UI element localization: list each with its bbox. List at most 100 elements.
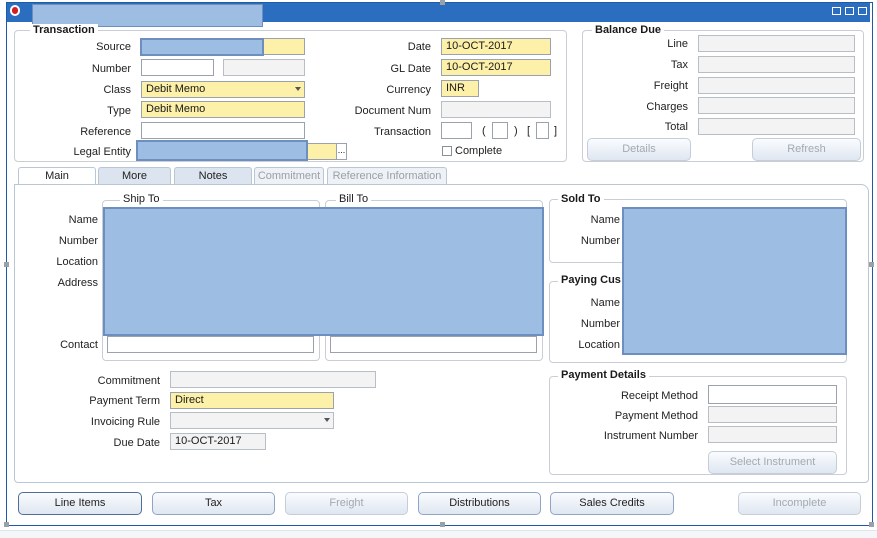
paren-close: ) bbox=[514, 125, 518, 137]
freight-field bbox=[698, 77, 855, 94]
paying-name-label: Name bbox=[590, 297, 620, 309]
maximize-icon[interactable] bbox=[845, 7, 854, 15]
type-value: Debit Memo bbox=[146, 103, 206, 115]
legal-entity-label: Legal Entity bbox=[73, 146, 131, 158]
paying-customer-title: Paying Cus bbox=[558, 274, 624, 286]
address-details-redacted bbox=[103, 207, 544, 336]
details-button[interactable]: Details bbox=[587, 138, 691, 161]
balance-due-title: Balance Due bbox=[592, 24, 665, 36]
document-num-field bbox=[441, 101, 551, 118]
class-select[interactable]: Debit Memo bbox=[141, 81, 305, 98]
bill-to-contact-field[interactable] bbox=[330, 336, 537, 353]
select-instrument-button[interactable]: Select Instrument bbox=[708, 451, 837, 474]
ship-to-contact-field[interactable] bbox=[107, 336, 314, 353]
resize-handle[interactable] bbox=[869, 262, 874, 267]
instrument-number-field bbox=[708, 426, 837, 443]
minimize-icon[interactable] bbox=[832, 7, 841, 15]
paren-open: ( bbox=[482, 125, 486, 137]
oracle-icon bbox=[10, 5, 20, 16]
number-secondary-field bbox=[223, 59, 305, 76]
resize-handle[interactable] bbox=[869, 522, 874, 527]
ship-to-title: Ship To bbox=[120, 193, 163, 205]
ship-to-number-label: Number bbox=[58, 235, 98, 247]
legal-entity-lov-button[interactable]: ... bbox=[336, 143, 347, 160]
total-label: Total bbox=[664, 121, 688, 133]
freight-button[interactable]: Freight bbox=[285, 492, 408, 515]
ship-to-location-label: Location bbox=[56, 256, 98, 268]
chevron-down-icon bbox=[324, 418, 330, 422]
tab-notes[interactable]: Notes bbox=[174, 167, 252, 185]
receipt-method-field[interactable] bbox=[708, 385, 837, 404]
tab-reference-information[interactable]: Reference Information bbox=[327, 167, 447, 185]
tax-field bbox=[698, 56, 855, 73]
paying-number-label: Number bbox=[580, 318, 620, 330]
bracket-close: ] bbox=[554, 125, 558, 137]
line-label: Line bbox=[667, 38, 688, 50]
close-icon[interactable] bbox=[858, 7, 867, 15]
transaction-bracket-field[interactable] bbox=[536, 122, 549, 139]
transaction-label: Transaction bbox=[373, 126, 431, 138]
currency-label: Currency bbox=[386, 84, 431, 96]
number-label: Number bbox=[91, 63, 131, 75]
ship-to-contact-label: Contact bbox=[60, 339, 98, 351]
reference-field[interactable] bbox=[141, 122, 305, 139]
sold-to-title: Sold To bbox=[558, 193, 604, 205]
date-field[interactable]: 10-OCT-2017 bbox=[441, 38, 551, 55]
resize-handle[interactable] bbox=[440, 522, 445, 527]
number-field[interactable] bbox=[141, 59, 214, 76]
refresh-button[interactable]: Refresh bbox=[752, 138, 861, 161]
gl-date-field[interactable]: 10-OCT-2017 bbox=[441, 59, 551, 76]
commitment-field bbox=[170, 371, 376, 388]
payment-method-label: Payment Method bbox=[614, 410, 698, 422]
ship-to-name-label: Name bbox=[68, 214, 98, 226]
sales-credits-button[interactable]: Sales Credits bbox=[550, 492, 674, 515]
legal-entity-value-redacted bbox=[136, 140, 308, 161]
distributions-button[interactable]: Distributions bbox=[418, 492, 541, 515]
date-label: Date bbox=[407, 41, 431, 53]
gl-date-value: 10-OCT-2017 bbox=[446, 61, 513, 73]
transaction-group-title: Transaction bbox=[30, 24, 98, 36]
complete-checkbox[interactable] bbox=[442, 146, 452, 156]
invoicing-rule-label: Invoicing Rule bbox=[90, 416, 160, 428]
due-date-label: Due Date bbox=[113, 437, 160, 449]
sold-to-number-label: Number bbox=[580, 235, 620, 247]
incomplete-button[interactable]: Incomplete bbox=[738, 492, 861, 515]
commitment-label: Commitment bbox=[97, 375, 160, 387]
charges-label: Charges bbox=[646, 101, 688, 113]
paying-location-label: Location bbox=[578, 339, 620, 351]
total-field bbox=[698, 118, 855, 135]
tax-button[interactable]: Tax bbox=[152, 492, 275, 515]
gl-date-label: GL Date bbox=[390, 63, 431, 75]
payment-term-field[interactable]: Direct bbox=[170, 392, 334, 409]
line-field bbox=[698, 35, 855, 52]
tab-main[interactable]: Main bbox=[18, 167, 96, 185]
date-value: 10-OCT-2017 bbox=[446, 40, 513, 52]
transaction-paren-field[interactable] bbox=[492, 122, 508, 139]
line-items-button[interactable]: Line Items bbox=[18, 492, 142, 515]
freight-label: Freight bbox=[653, 80, 688, 92]
tax-label: Tax bbox=[670, 59, 688, 71]
resize-handle[interactable] bbox=[4, 262, 9, 267]
payment-term-label: Payment Term bbox=[89, 395, 160, 407]
complete-label: Complete bbox=[455, 145, 503, 157]
chevron-down-icon bbox=[295, 87, 301, 91]
currency-field[interactable]: INR bbox=[441, 80, 479, 97]
payment-method-field bbox=[708, 406, 837, 423]
payment-details-title: Payment Details bbox=[558, 369, 649, 381]
bracket-open: [ bbox=[527, 125, 531, 137]
ship-to-address-label: Address bbox=[57, 277, 98, 289]
document-num-label: Document Num bbox=[354, 105, 431, 117]
bill-to-title: Bill To bbox=[336, 193, 372, 205]
resize-handle[interactable] bbox=[4, 522, 9, 527]
invoicing-rule-select[interactable] bbox=[170, 412, 334, 429]
transaction-field[interactable] bbox=[441, 122, 472, 139]
resize-handle[interactable] bbox=[440, 0, 445, 5]
class-label: Class bbox=[103, 84, 131, 96]
tab-commitment[interactable]: Commitment bbox=[254, 167, 324, 185]
source-value-redacted bbox=[140, 38, 264, 56]
customer-details-redacted bbox=[622, 207, 847, 355]
tab-more[interactable]: More bbox=[98, 167, 171, 185]
type-field[interactable]: Debit Memo bbox=[141, 101, 305, 118]
charges-field bbox=[698, 97, 855, 114]
receipt-method-label: Receipt Method bbox=[620, 390, 698, 402]
